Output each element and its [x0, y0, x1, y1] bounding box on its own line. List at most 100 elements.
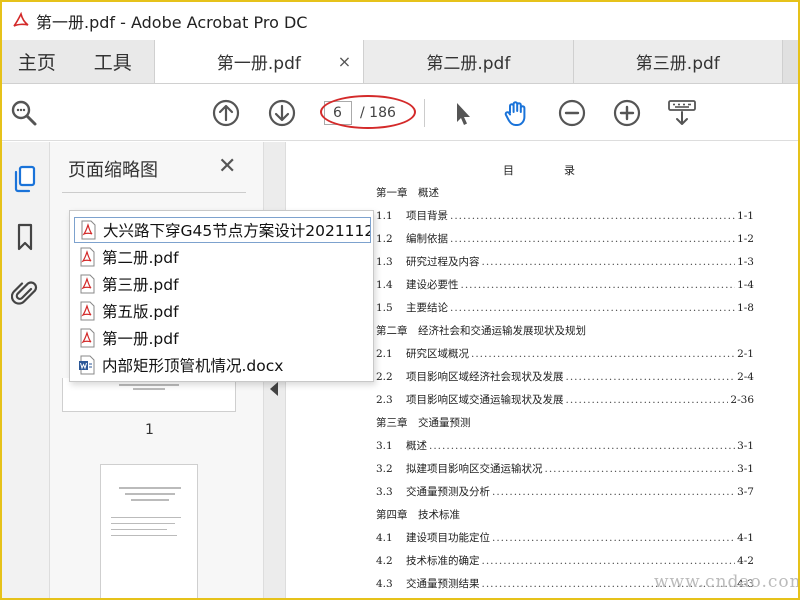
zoom-out-icon[interactable]: [556, 97, 588, 129]
page-thumbnails-icon[interactable]: [8, 162, 42, 196]
select-cursor-icon[interactable]: [446, 97, 478, 129]
toc-item-number: 2.2: [376, 371, 393, 383]
popup-file-item[interactable]: 第五版.pdf: [74, 298, 371, 324]
toc-item[interactable]: 3.1 概述...................................…: [376, 438, 754, 454]
toc-item-number: 3.2: [376, 463, 393, 475]
toc-item-title: 交通量预测及分析: [406, 486, 490, 498]
toc-leader-dots: ........................................…: [460, 279, 736, 291]
tab-home[interactable]: 主页: [2, 40, 72, 83]
toc-item-number: 2.3: [376, 394, 393, 406]
title-bar: 第一册.pdf - Adobe Acrobat Pro DC: [2, 2, 798, 40]
attachments-icon[interactable]: [8, 276, 42, 310]
toc-item-title: 建设项目功能定位: [406, 532, 490, 544]
toolbar-divider: [424, 99, 425, 127]
toc-item-page: 1-4: [737, 279, 754, 291]
popup-file-label: 大兴路下穿G45节点方案设计20211123...: [103, 222, 371, 240]
toc-item[interactable]: 2.3 项目影响区域交通运输现状及发展......................…: [376, 392, 754, 408]
toc-item-page: 3-1: [737, 463, 754, 475]
doc-tab-2-label: 第二册.pdf: [426, 54, 511, 74]
toc-item[interactable]: 2.1 研究区域概况...............................…: [376, 346, 754, 362]
toc-leader-dots: ........................................…: [450, 233, 735, 245]
popup-file-item[interactable]: 大兴路下穿G45节点方案设计20211123...: [74, 217, 371, 243]
toc-item[interactable]: 1.5 主要结论.................................…: [376, 300, 754, 316]
toc-item[interactable]: 1.2 编制依据.................................…: [376, 231, 754, 247]
hand-tool-icon[interactable]: [500, 97, 532, 129]
thumb-text-line: [119, 384, 179, 386]
popup-file-label: 第一册.pdf: [102, 330, 179, 348]
word-file-icon: [78, 355, 96, 375]
toc-item-title: 交通量预测结果: [406, 578, 480, 590]
toc-leader-dots: ........................................…: [492, 532, 736, 544]
toc-item[interactable]: 1.1 项目背景.................................…: [376, 208, 754, 224]
toc-item-page: 2-36: [730, 394, 754, 406]
toc-chapter-title: 第一章 概述: [376, 187, 439, 199]
toc-item[interactable]: 4.2 技术标准的确定..............................…: [376, 553, 754, 569]
thumb-text-line: [111, 529, 167, 530]
tab-tools[interactable]: 工具: [72, 40, 154, 83]
toc-leader-dots: ........................................…: [492, 486, 736, 498]
collapse-arrow-icon[interactable]: [270, 382, 278, 396]
page-down-icon[interactable]: [266, 97, 298, 129]
toc-chapter[interactable]: 第四章 技术标准: [376, 507, 754, 523]
page-number-input[interactable]: 6: [324, 101, 352, 125]
thumb-text-line: [133, 388, 165, 390]
page-total: / 186: [360, 105, 396, 121]
toc-chapter[interactable]: 第二章 经济社会和交通运输发展现状及规划: [376, 323, 754, 339]
doc-tab-2[interactable]: 第二册.pdf: [363, 40, 573, 83]
popup-file-item[interactable]: 第一册.pdf: [74, 325, 371, 351]
toc-item-title: 项目背景: [406, 210, 448, 222]
toc-item[interactable]: 2.2 项目影响区域经济社会现状及发展......................…: [376, 369, 754, 385]
toc-item-page: 1-8: [737, 302, 754, 314]
thumb-text-line: [111, 523, 175, 524]
toc-item[interactable]: 1.3 研究过程及内容..............................…: [376, 254, 754, 270]
tab-overflow[interactable]: [782, 40, 798, 83]
toc-item-page: 1-2: [737, 233, 754, 245]
toc-leader-dots: ........................................…: [481, 578, 736, 590]
close-panel-icon[interactable]: ✕: [218, 154, 236, 179]
toc-leader-dots: ........................................…: [565, 371, 736, 383]
keyboard-icon[interactable]: [666, 97, 698, 129]
popup-file-item[interactable]: 第二册.pdf: [74, 244, 371, 270]
search-icon[interactable]: [8, 97, 40, 129]
zoom-in-icon[interactable]: [611, 97, 643, 129]
page-up-icon[interactable]: [210, 97, 242, 129]
tab-bar: 主页 工具 第一册.pdf × 第二册.pdf 第三册.pdf: [2, 40, 798, 84]
thumbnail-page-2[interactable]: [100, 464, 198, 598]
toc-chapter[interactable]: 第一章 概述: [376, 185, 754, 201]
toc-chapter[interactable]: 第三章 交通量预测: [376, 415, 754, 431]
toc-item-page: 3-7: [737, 486, 754, 498]
pdf-file-icon: [78, 301, 96, 321]
doc-tab-3[interactable]: 第三册.pdf: [572, 40, 783, 83]
pdf-file-icon: [78, 274, 96, 294]
toc-item-page: 4-1: [737, 532, 754, 544]
toc-item-number: 4.1: [376, 532, 393, 544]
toc-item-number: 1.5: [376, 302, 393, 314]
toc-item[interactable]: 1.4 建设必要性................................…: [376, 277, 754, 293]
toc-item[interactable]: 4.1 建设项目功能定位.............................…: [376, 530, 754, 546]
toc-item-title: 项目影响区域交通运输现状及发展: [406, 394, 564, 406]
toc-item-number: 4.2: [376, 555, 393, 567]
toc-leader-dots: ........................................…: [481, 555, 736, 567]
toc-chapter-title: 第二章 经济社会和交通运输发展现状及规划: [376, 325, 586, 337]
toc-item[interactable]: 3.3 交通量预测及分析.............................…: [376, 484, 754, 500]
toolbar: 6 / 186: [2, 85, 798, 141]
toc-item-number: 3.3: [376, 486, 393, 498]
doc-tab-1[interactable]: 第一册.pdf ×: [153, 40, 364, 83]
popup-file-item[interactable]: 第三册.pdf: [74, 271, 371, 297]
popup-file-label: 第三册.pdf: [102, 276, 179, 294]
toc-chapter-title: 第四章 技术标准: [376, 509, 460, 521]
close-tab-icon[interactable]: ×: [338, 52, 351, 71]
toc-chapter-title: 第三章 交通量预测: [376, 417, 471, 429]
toc-item-number: 1.2: [376, 233, 393, 245]
thumbnail-page-1[interactable]: [62, 378, 236, 412]
popup-file-item[interactable]: 内部矩形顶管机情况.docx: [74, 352, 371, 378]
toc-item[interactable]: 4.3 交通量预测结果..............................…: [376, 576, 754, 592]
toc-item[interactable]: 3.2 拟建项目影响区交通运输状况........................…: [376, 461, 754, 477]
bookmarks-icon[interactable]: [8, 220, 42, 254]
toc-item-number: 4.3: [376, 578, 393, 590]
app-window: 第一册.pdf - Adobe Acrobat Pro DC 主页 工具 第一册…: [0, 0, 800, 600]
popup-file-label: 内部矩形顶管机情况.docx: [102, 357, 284, 375]
toc-item-number: 2.1: [376, 348, 393, 360]
pdf-file-icon: [79, 220, 97, 240]
toc-item-title: 技术标准的确定: [406, 555, 480, 567]
